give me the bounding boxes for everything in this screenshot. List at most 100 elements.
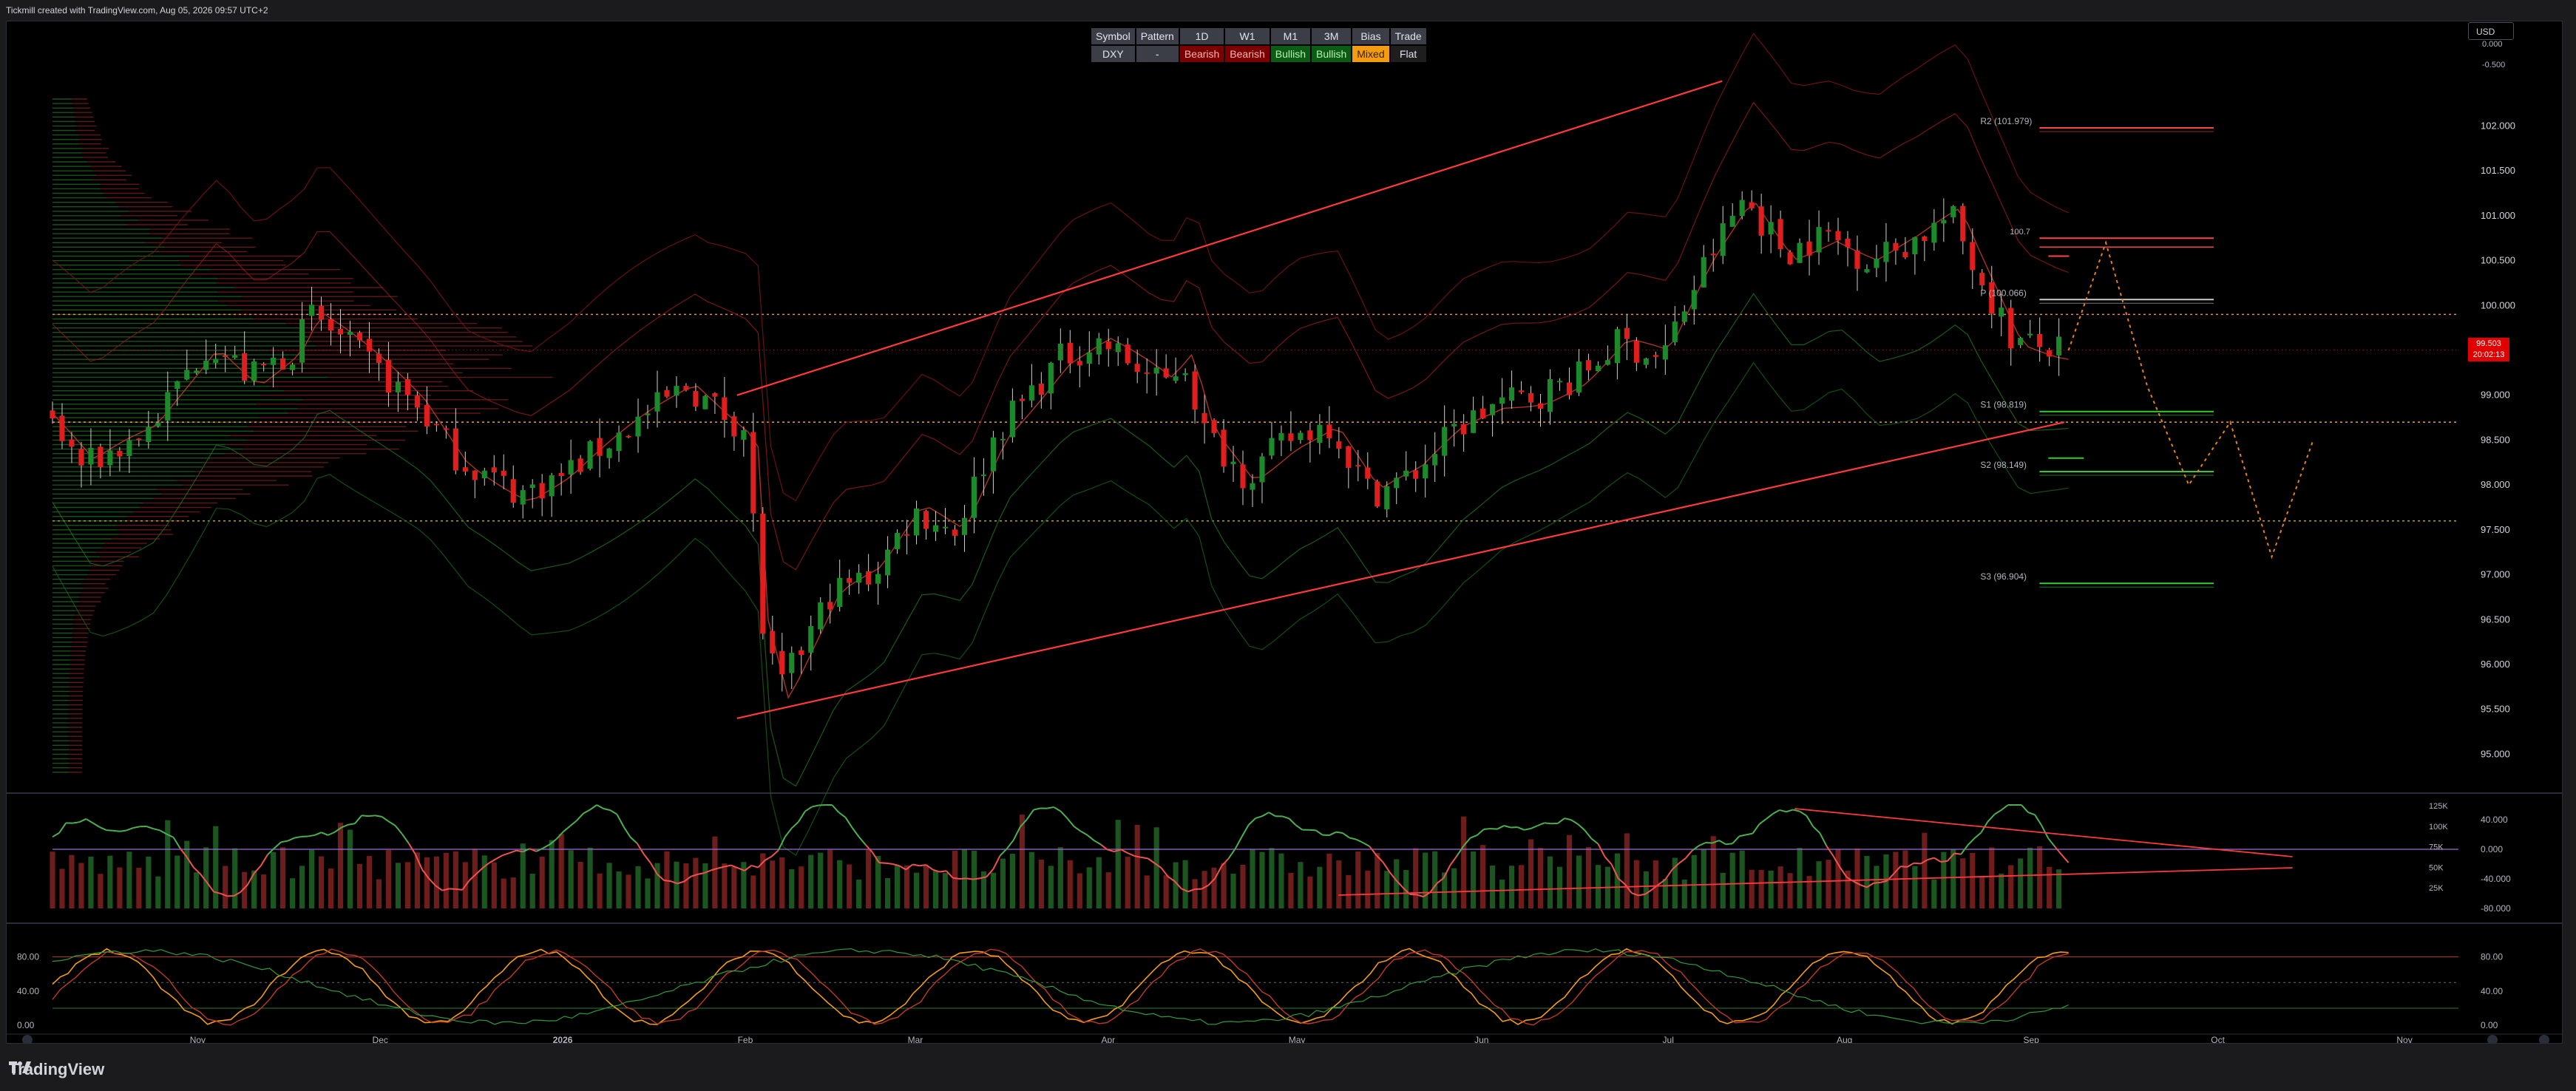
bar-countdown: 20:02:13 (2472, 350, 2505, 359)
osc-seg-36 (287, 837, 295, 842)
price-tick-0: 102.000 (2481, 120, 2515, 131)
osc-seg-178 (1241, 824, 1250, 837)
osc-seg-217 (1503, 825, 1511, 829)
osc-seg-258 (1779, 809, 1787, 813)
volume-bar-11 (155, 876, 161, 908)
volume-bar-133 (1326, 853, 1332, 908)
candles-group (50, 190, 2062, 692)
candle-body-27 (308, 305, 315, 316)
osc-seg-12 (126, 827, 134, 832)
volume-bar-65 (674, 861, 679, 908)
osc-seg-227 (1570, 819, 1579, 825)
osc-seg-259 (1786, 809, 1794, 813)
osc-seg-287 (1973, 832, 1982, 839)
volume-bar-61 (635, 866, 641, 908)
osc-seg-194 (1349, 837, 1357, 840)
osc-seg-260 (1792, 809, 1800, 812)
candle-body-101 (1019, 398, 1025, 401)
volume-bar-170 (1681, 880, 1687, 908)
volume-bar-54 (568, 850, 574, 908)
volume-bar-37 (404, 862, 410, 908)
bias-cell-3: Bearish (1225, 46, 1270, 62)
volume-bar-28 (318, 856, 325, 908)
osc-seg-182 (1268, 812, 1276, 818)
candle-body-208 (2047, 350, 2053, 357)
candle-body-81 (827, 602, 833, 610)
volume-bar-76 (779, 857, 785, 908)
osc-seg-141 (992, 855, 1001, 870)
volume-bar-198 (1950, 849, 1956, 908)
osc-seg-153 (1073, 826, 1082, 832)
osc-seg-85 (616, 814, 625, 828)
volume-bar-1 (59, 869, 65, 908)
candle-body-94 (952, 529, 958, 536)
candle-body-181 (1787, 252, 1793, 265)
volume-bar-112 (1125, 857, 1131, 908)
volume-bar-208 (2047, 866, 2053, 908)
osc-seg-226 (1564, 818, 1572, 821)
chart-canvas[interactable]: R2 (101.979) P (100.066) S1 (98.819) S2 (98… (6, 21, 2563, 1044)
candle-body-153 (1518, 390, 1525, 392)
volume-bar-102 (1028, 852, 1034, 908)
candle-body-66 (683, 386, 689, 390)
time-tick-2: 2026 (553, 1035, 573, 1044)
osc-seg-299 (2054, 846, 2063, 856)
candle-body-84 (856, 572, 862, 583)
volume-bar-27 (308, 849, 315, 908)
candle-body-110 (1105, 341, 1111, 350)
volume-bar-51 (539, 857, 545, 908)
top-bar: Tickmill created with TradingView.com, A… (0, 0, 2576, 21)
osc-seg-220 (1524, 827, 1531, 831)
osc-seg-244 (1684, 850, 1693, 860)
osc-seg-125 (885, 862, 893, 865)
osc-seg-67 (495, 854, 504, 860)
volume-bar-39 (424, 857, 430, 908)
osc-seg-16 (153, 828, 160, 832)
candle-body-136 (1355, 465, 1361, 467)
candle-body-187 (1845, 238, 1851, 248)
osc-seg-136 (959, 877, 967, 880)
volume-bar-79 (808, 854, 814, 908)
osc-seg-296 (2034, 814, 2043, 826)
volume-bar-132 (1317, 866, 1323, 908)
candle-body-146 (1451, 424, 1457, 426)
candle-body-203 (1999, 307, 2004, 317)
bias-header-7: Trade (1390, 28, 1426, 44)
candle-body-61 (635, 416, 641, 437)
candle-body-165 (1633, 341, 1639, 363)
osc-seg-34 (274, 841, 282, 849)
candle-body-190 (1874, 258, 1880, 268)
osc-seg-130 (919, 864, 926, 867)
bias-cell-0: DXY (1091, 46, 1135, 62)
osc-tick-3: -80.000 (2481, 903, 2511, 914)
chart-svg[interactable]: R2 (101.979) P (100.066) S1 (98.819) S2 (98… (7, 21, 2563, 1044)
osc-seg-53 (401, 833, 410, 844)
stoch-tick-0: 80.00 (2481, 951, 2503, 962)
time-tick-5: Apr (1101, 1035, 1115, 1044)
osc-seg-176 (1227, 848, 1236, 860)
volume-bar-209 (2056, 869, 2062, 908)
price-tick-8: 97.500 (2481, 524, 2510, 535)
currency-selector[interactable]: USD (2468, 22, 2514, 40)
candle-body-191 (1883, 242, 1889, 262)
volume-bar-120 (1201, 871, 1207, 908)
stoch-left-tick-1: 40.00 (17, 986, 39, 996)
last-price-tag: 99.503 20:02:13 (2468, 337, 2509, 361)
volume-bar-140 (1394, 859, 1400, 908)
volume-bar-176 (1739, 850, 1745, 908)
candle-body-53 (558, 472, 564, 477)
osc-tick-1: 0.000 (2481, 844, 2503, 854)
candle-body-158 (1566, 382, 1573, 395)
osc-seg-121 (858, 836, 867, 846)
osc-seg-212 (1470, 834, 1478, 839)
volume-bar-201 (1979, 875, 1985, 908)
osc-seg-112 (798, 811, 806, 823)
osc-seg-276 (1900, 866, 1908, 868)
volume-bar-192 (1893, 852, 1899, 908)
tradingview-logo[interactable]: TradingView (9, 1060, 104, 1079)
candle-body-160 (1585, 360, 1592, 371)
osc-seg-19 (172, 837, 181, 849)
candle-body-41 (443, 428, 449, 430)
candle-body-92 (932, 525, 939, 532)
time-tick-1: Dec (373, 1035, 388, 1044)
